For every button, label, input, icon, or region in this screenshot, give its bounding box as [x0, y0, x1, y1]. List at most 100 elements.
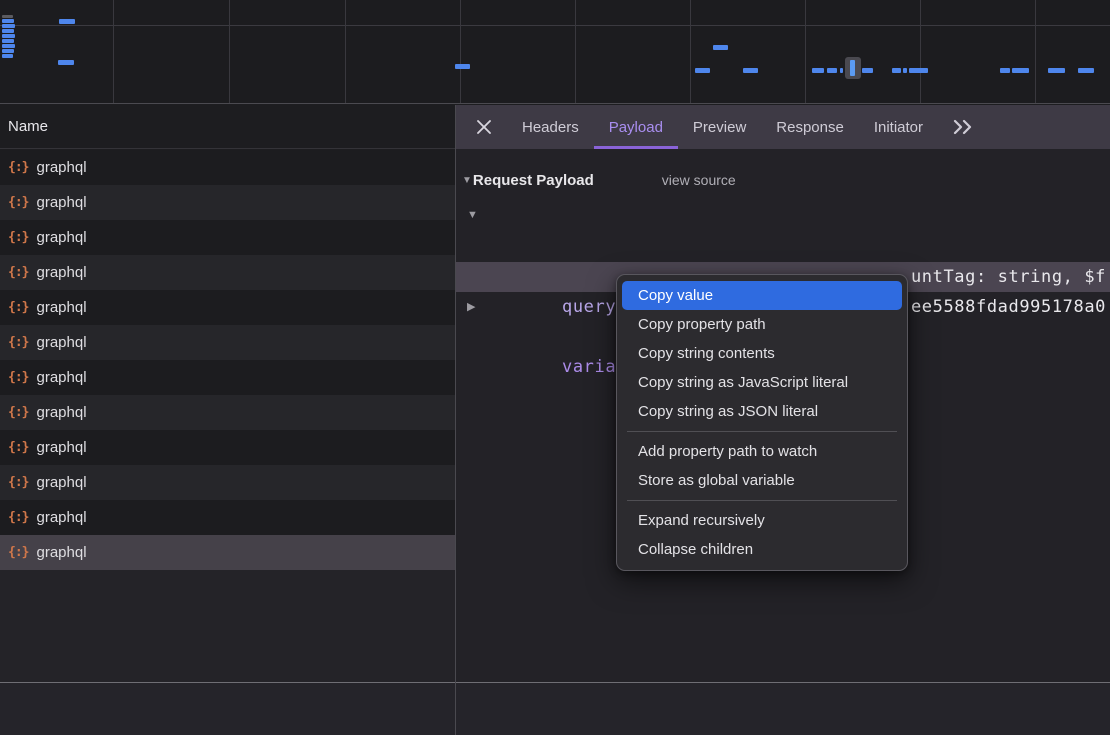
- timeline-gridline: [113, 0, 114, 103]
- request-name-label: graphql: [36, 544, 86, 561]
- menu-item-copy-property-path[interactable]: Copy property path: [622, 310, 902, 339]
- request-name-label: graphql: [36, 264, 86, 281]
- request-row[interactable]: {:}graphql: [0, 150, 455, 185]
- payload-tree-root-row[interactable]: ▼ {operationName: "ipFlowTimeseries", va…: [455, 200, 1110, 230]
- request-row[interactable]: {:}graphql: [0, 325, 455, 360]
- request-row[interactable]: {:} graphql: [0, 360, 455, 395]
- menu-separator: [627, 500, 897, 501]
- property-preview-fragment: ee5588fdad995178a0: [911, 292, 1106, 322]
- request-row[interactable]: {:}graphql: [0, 430, 455, 465]
- request-name-label: graphql: [36, 334, 86, 351]
- json-request-icon: {:}: [8, 265, 28, 280]
- menu-item-copy-string-contents[interactable]: Copy string contents: [622, 339, 902, 368]
- json-request-icon: {:}: [8, 545, 28, 560]
- request-payload-section-header[interactable]: ▼ Request Payload view source: [455, 163, 736, 197]
- json-request-icon: {:}: [8, 370, 28, 385]
- network-activity-bar: [1048, 68, 1065, 73]
- network-overview-timeline[interactable]: [0, 0, 1110, 104]
- menu-separator: [627, 431, 897, 432]
- request-row[interactable]: {:} graphql: [0, 220, 455, 255]
- network-activity-bar: [1012, 68, 1029, 73]
- network-activity-bar: [59, 19, 75, 24]
- network-activity-bar: [743, 68, 758, 73]
- network-activity-bar: [903, 68, 907, 73]
- panel-split-divider[interactable]: [455, 105, 456, 735]
- request-row[interactable]: {:} graphql: [0, 255, 455, 290]
- network-activity-bar: [2, 29, 14, 33]
- request-name-label: graphql: [36, 439, 86, 456]
- json-request-icon: {:}: [8, 160, 28, 175]
- request-name-label: graphql: [36, 369, 86, 386]
- network-activity-bar: [2, 49, 14, 53]
- request-list: {:} graphql {:} graphql {:} graphql {:} graphql…: [0, 150, 455, 570]
- payload-tree-operation-row[interactable]: operationName: "ipFlowTimeseries": [455, 231, 1110, 261]
- network-activity-bar: [695, 68, 710, 73]
- request-name-label: graphql: [36, 509, 86, 526]
- request-name-label: graphql: [36, 474, 86, 491]
- network-activity-bar: [2, 44, 15, 48]
- tab-initiator[interactable]: Initiator: [859, 105, 938, 149]
- view-source-link[interactable]: view source: [662, 172, 736, 188]
- menu-item-store-as-global-variable[interactable]: Store as global variable: [622, 466, 902, 495]
- menu-item-add-property-path-to-watch[interactable]: Add property path to watch: [622, 437, 902, 466]
- request-row[interactable]: {:}graphql: [0, 465, 455, 500]
- menu-item-copy-value[interactable]: Copy value: [622, 281, 902, 310]
- more-tabs-button[interactable]: [952, 119, 974, 135]
- requests-column-header[interactable]: Name: [0, 105, 455, 149]
- timeline-gridline: [460, 0, 461, 103]
- menu-item-expand-recursively[interactable]: Expand recursively: [622, 506, 902, 535]
- timeline-hover-marker-tick: [850, 60, 855, 76]
- network-activity-bar: [862, 68, 873, 73]
- json-request-icon: {:}: [8, 510, 28, 525]
- network-activity-bar: [2, 39, 14, 43]
- json-request-icon: {:}: [8, 230, 28, 245]
- collapse-triangle-icon: ▼: [462, 175, 472, 186]
- menu-item-copy-string-as-javascript-literal[interactable]: Copy string as JavaScript literal: [622, 368, 902, 397]
- request-row[interactable]: {:} graphql: [0, 535, 455, 570]
- request-row[interactable]: {:} graphql: [0, 500, 455, 535]
- network-activity-bar: [909, 68, 928, 73]
- request-row[interactable]: {:} graphql: [0, 290, 455, 325]
- request-name-label: graphql: [36, 299, 86, 316]
- network-activity-bar: [2, 15, 13, 18]
- network-activity-bar: [840, 68, 843, 73]
- request-name-label: graphql: [36, 229, 86, 246]
- json-request-icon: {:}: [8, 300, 28, 315]
- network-activity-bar: [892, 68, 901, 73]
- json-request-icon: {:}: [8, 405, 28, 420]
- timeline-gridline: [575, 0, 576, 103]
- tab-preview[interactable]: Preview: [678, 105, 761, 149]
- timeline-gridline: [1035, 0, 1036, 103]
- detail-tabbar: HeadersPayloadPreviewResponseInitiator: [455, 105, 1110, 149]
- timeline-horizontal-gridline: [0, 25, 1110, 26]
- tab-response[interactable]: Response: [761, 105, 859, 149]
- network-activity-bar: [2, 34, 15, 38]
- network-activity-bar: [812, 68, 824, 73]
- status-bar: [0, 683, 1110, 735]
- devtools-network-panel: Name HeadersPayloadPreviewResponseInitia…: [0, 0, 1110, 740]
- context-menu: Copy valueCopy property pathCopy string …: [616, 274, 908, 571]
- network-activity-bar: [2, 19, 14, 23]
- tab-headers[interactable]: Headers: [507, 105, 594, 149]
- menu-item-copy-string-as-json-literal[interactable]: Copy string as JSON literal: [622, 397, 902, 426]
- request-payload-title: Request Payload: [473, 172, 594, 189]
- column-header-label: Name: [8, 118, 48, 135]
- network-activity-bar: [58, 60, 74, 65]
- network-activity-bar: [455, 64, 470, 69]
- request-list-empty-area: [0, 570, 455, 682]
- close-panel-button[interactable]: [475, 118, 493, 136]
- timeline-gridline: [805, 0, 806, 103]
- property-value-right-fragment: untTag: string, $f: [911, 262, 1106, 292]
- network-activity-bar: [2, 54, 13, 58]
- menu-item-collapse-children[interactable]: Collapse children: [622, 535, 902, 564]
- network-activity-bar: [1000, 68, 1010, 73]
- network-activity-bar: [713, 45, 728, 50]
- tab-payload[interactable]: Payload: [594, 105, 678, 149]
- network-activity-bar: [2, 24, 15, 28]
- request-row[interactable]: {:}graphql: [0, 395, 455, 430]
- request-row[interactable]: {:}graphql: [0, 185, 455, 220]
- network-activity-bar: [1078, 68, 1094, 73]
- network-activity-bar: [827, 68, 837, 73]
- timeline-gridline: [345, 0, 346, 103]
- timeline-gridline: [690, 0, 691, 103]
